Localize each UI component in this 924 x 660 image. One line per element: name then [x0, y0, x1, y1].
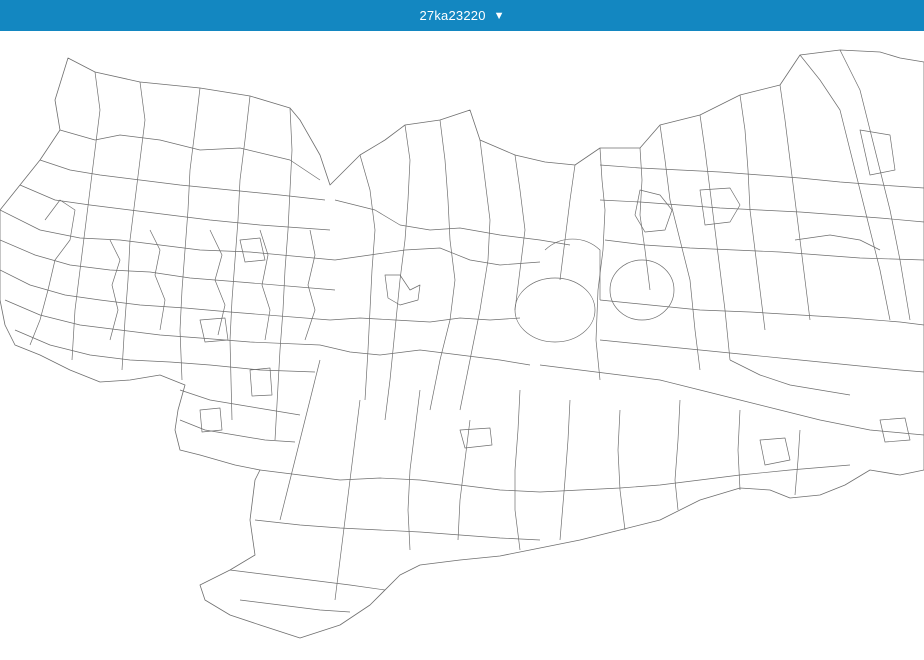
dataset-title: 27ka23220	[419, 8, 486, 23]
map-canvas[interactable]	[0, 31, 924, 660]
boundary-map[interactable]	[0, 31, 924, 660]
triangle-down-icon[interactable]: ▼	[494, 10, 505, 22]
dataset-selector[interactable]: 27ka23220 ▼	[0, 0, 924, 31]
region-outline	[0, 49, 924, 639]
